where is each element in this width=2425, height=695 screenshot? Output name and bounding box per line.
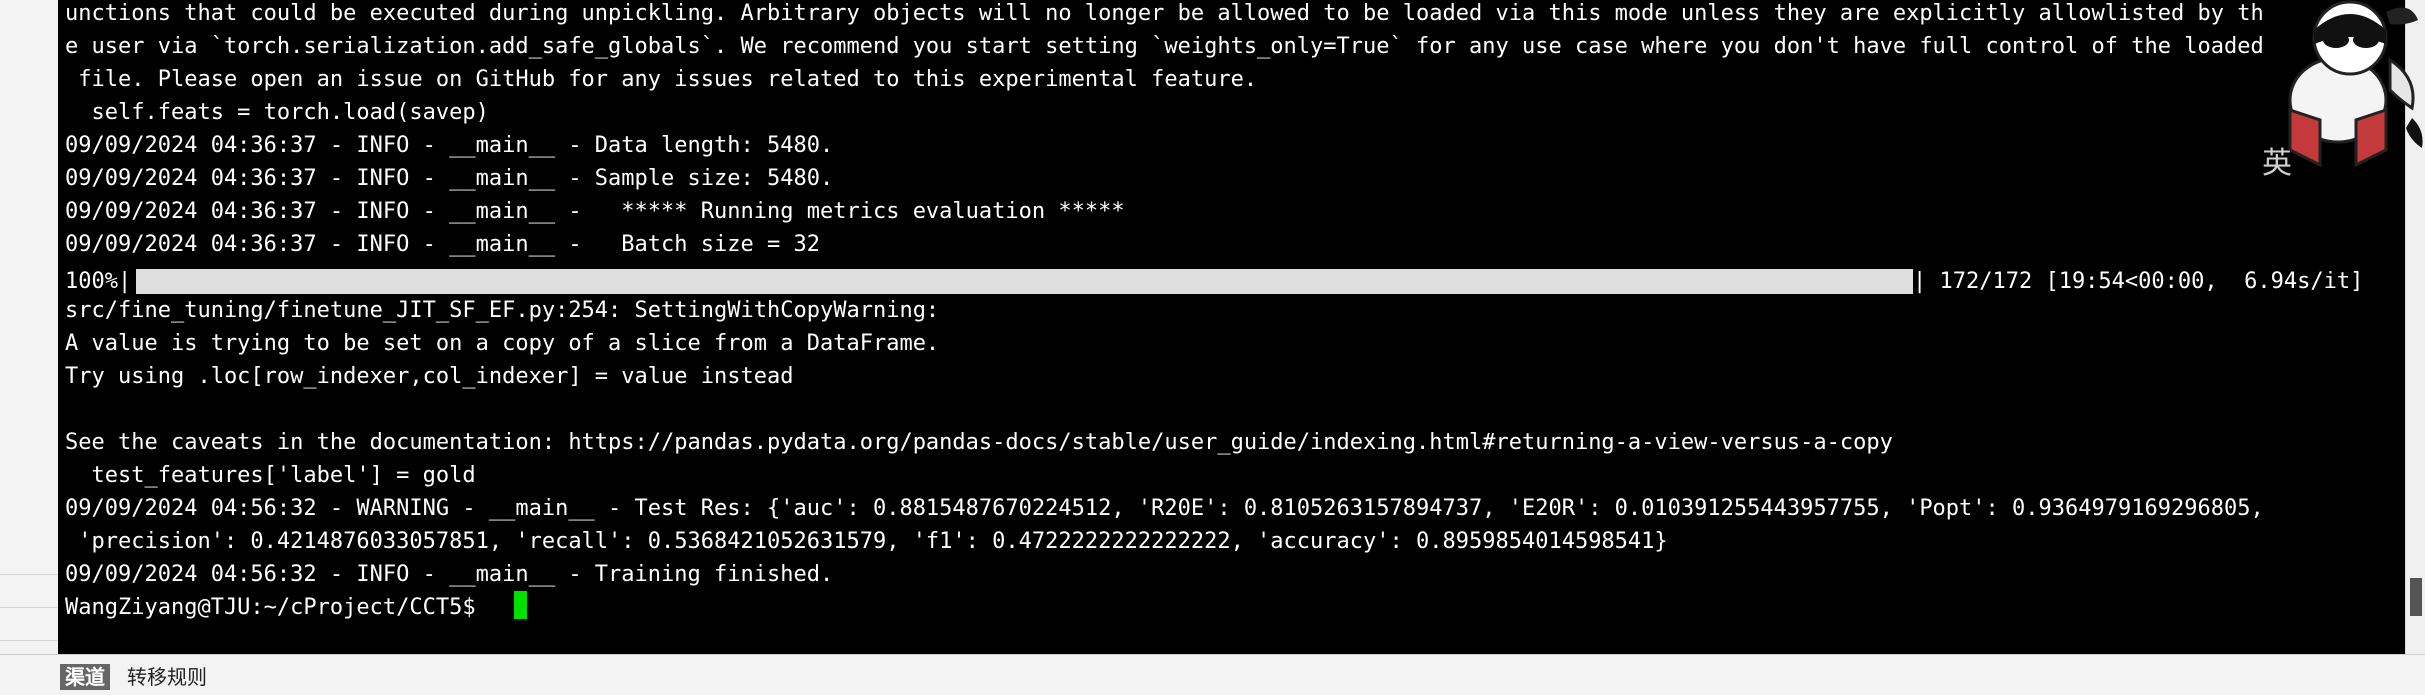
channel-tag[interactable]: 渠道	[60, 664, 110, 690]
terminal-line: unctions that could be executed during u…	[65, 1, 2264, 26]
shell-prompt: WangZiyang@TJU:~/cProject/CCT5$	[65, 595, 489, 620]
terminal-line: file. Please open an issue on GitHub for…	[65, 67, 1258, 92]
terminal-line: 09/09/2024 04:56:32 - INFO - __main__ - …	[65, 562, 834, 587]
terminal-line: 09/09/2024 04:36:37 - INFO - __main__ - …	[65, 133, 834, 158]
terminal-line: 09/09/2024 04:36:37 - INFO - __main__ - …	[65, 166, 834, 191]
progress-bar	[136, 269, 1913, 294]
transfer-rules-link[interactable]: 转移规则	[127, 664, 207, 690]
terminal-line: test_features['label'] = gold	[65, 463, 476, 488]
terminal-line: 'precision': 0.4214876033057851, 'recall…	[65, 529, 1668, 554]
left-side-panel	[0, 0, 58, 694]
ime-indicator[interactable]: 英	[2262, 138, 2292, 182]
terminal-line: See the caveats in the documentation: ht…	[65, 430, 1893, 455]
progress-stats: | 172/172 [19:54<00:00, 6.94s/it]	[1913, 269, 2364, 294]
terminal-line: self.feats = torch.load(savep)	[65, 100, 489, 125]
terminal-line: A value is trying to be set on a copy of…	[65, 331, 940, 356]
terminal-line: 09/09/2024 04:36:37 - INFO - __main__ - …	[65, 199, 1125, 224]
terminal-line: Try using .loc[row_indexer,col_indexer] …	[65, 364, 794, 389]
terminal-line: src/fine_tuning/finetune_JIT_SF_EF.py:25…	[65, 298, 940, 323]
terminal-line: e user via `torch.serialization.add_safe…	[65, 34, 2264, 59]
terminal-window[interactable]: unctions that could be executed during u…	[58, 0, 2405, 654]
terminal-cursor	[514, 591, 527, 619]
bottom-status-bar: 渠道 转移规则	[0, 654, 2425, 695]
terminal-line: 09/09/2024 04:36:37 - INFO - __main__ - …	[65, 232, 820, 257]
scrollbar-thumb[interactable]	[2410, 578, 2422, 616]
terminal-line: 09/09/2024 04:56:32 - WARNING - __main__…	[65, 496, 2264, 521]
